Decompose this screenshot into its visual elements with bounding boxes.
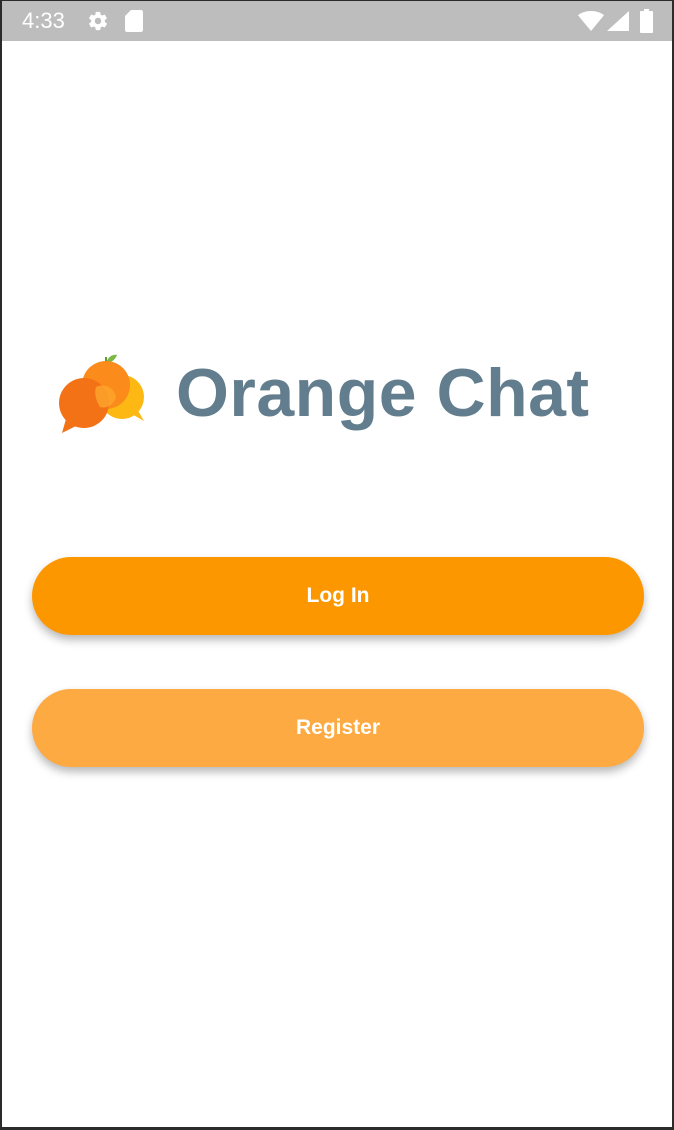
login-button[interactable]: Log In	[32, 557, 644, 635]
wifi-icon	[578, 11, 604, 31]
orange-chat-logo-icon	[59, 354, 144, 433]
sd-card-icon	[125, 10, 143, 32]
register-button[interactable]: Register	[32, 689, 644, 767]
app-title: Orange Chat	[176, 355, 590, 431]
battery-icon	[640, 9, 653, 33]
cell-signal-icon	[607, 11, 629, 31]
app-screen: 4:33 Orange Chat Log In Register	[0, 0, 674, 1130]
status-bar: 4:33	[2, 1, 672, 41]
settings-icon	[89, 11, 107, 31]
bottom-divider	[2, 1127, 672, 1128]
status-time: 4:33	[22, 8, 65, 33]
